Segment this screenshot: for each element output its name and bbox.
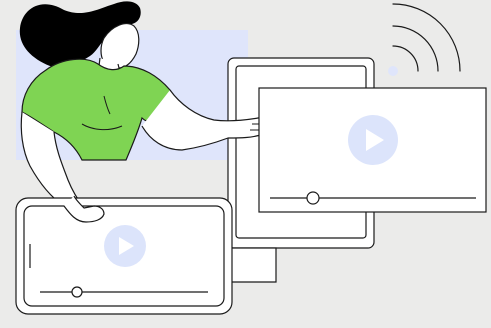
tablet-video-player	[15, 197, 233, 315]
laptop-progress-handle[interactable]	[306, 191, 320, 205]
play-icon[interactable]	[104, 225, 146, 267]
tablet-progress-handle[interactable]	[71, 286, 83, 298]
illustration-scene	[0, 0, 491, 328]
laptop-video-player	[258, 87, 487, 213]
illustration-canvas	[15, 1, 487, 315]
play-icon[interactable]	[348, 115, 398, 165]
monitor-base-panel	[229, 247, 277, 283]
wifi-signal-icon	[388, 3, 461, 76]
